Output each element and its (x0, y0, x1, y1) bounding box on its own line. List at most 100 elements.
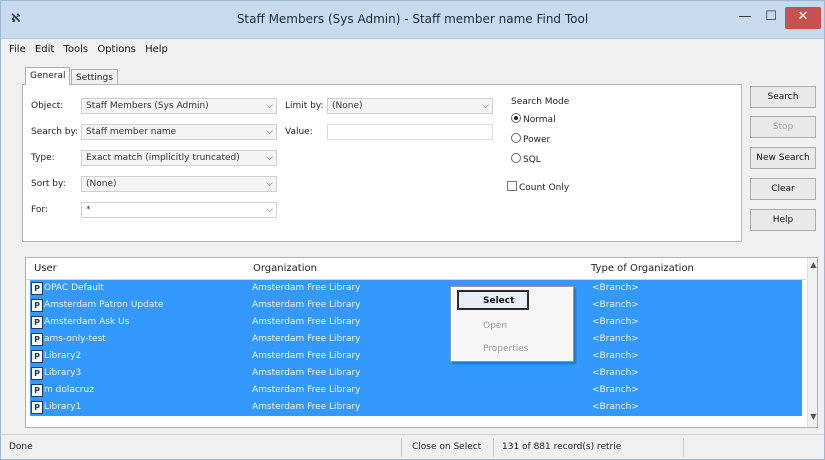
tab-general[interactable]: General (25, 67, 71, 85)
find-tool-window: ℵ Staff Members (Sys Admin) - Staff memb… (0, 0, 825, 460)
search-button[interactable]: Search (750, 86, 816, 108)
status-close-on-select: Close on Select (401, 438, 493, 457)
vertical-scrollbar[interactable]: ▲ ▼ (807, 258, 817, 427)
search-by-select-value: Staff member name (86, 127, 177, 137)
title-bar: ℵ Staff Members (Sys Admin) - Staff memb… (1, 1, 824, 39)
close-button[interactable]: ✕ (785, 7, 821, 29)
row-type: <Branch> (592, 283, 639, 293)
row-user: Amsterdam Patron Update (44, 300, 164, 310)
user-icon: P (31, 350, 43, 363)
status-state: Done (9, 442, 33, 452)
radio-unselected-icon (511, 133, 521, 143)
row-user: ams-only-test (44, 334, 106, 344)
table-row[interactable]: P Amsterdam Ask Us Amsterdam Free Librar… (30, 314, 802, 331)
row-type: <Branch> (592, 334, 639, 344)
menu-options[interactable]: Options (97, 41, 136, 59)
row-organization: Amsterdam Free Library (252, 351, 361, 361)
context-menu-select[interactable]: Select (457, 290, 529, 310)
table-row[interactable]: P Amsterdam Patron Update Amsterdam Free… (30, 297, 802, 314)
type-label: Type: (31, 153, 55, 163)
menu-bar: File Edit Tools Options Help (3, 41, 168, 59)
search-mode-sql-label: SQL (523, 155, 541, 165)
sort-by-select[interactable]: (None) ⌵ (81, 176, 277, 192)
search-mode-normal-label: Normal (523, 115, 556, 125)
row-type: <Branch> (592, 317, 639, 327)
radio-unselected-icon (511, 153, 521, 163)
maximize-button[interactable]: ☐ (760, 7, 782, 29)
column-header-type-of-organization[interactable]: Type of Organization (591, 263, 694, 274)
row-organization: Amsterdam Free Library (252, 300, 361, 310)
row-type: <Branch> (592, 300, 639, 310)
results-list[interactable]: User Organization Type of Organization P… (25, 257, 818, 428)
search-by-select[interactable]: Staff member name ⌵ (81, 124, 277, 140)
limit-by-label: Limit by: (285, 101, 324, 111)
status-empty-pane (683, 438, 823, 457)
row-user: Library1 (44, 402, 82, 412)
radio-selected-icon (511, 113, 521, 123)
row-type: <Branch> (592, 385, 639, 395)
minimize-button[interactable]: — (734, 7, 756, 29)
menu-tools[interactable]: Tools (63, 41, 88, 59)
user-icon: P (31, 333, 43, 346)
stop-button[interactable]: Stop (750, 116, 816, 138)
table-row[interactable]: P ams-only-test Amsterdam Free Library <… (30, 331, 802, 348)
object-select-value: Staff Members (Sys Admin) (86, 101, 209, 111)
search-by-label: Search by: (31, 127, 79, 137)
scroll-up-icon[interactable]: ▲ (808, 260, 817, 272)
user-icon: P (31, 282, 43, 295)
for-select[interactable]: * ⌵ (81, 202, 277, 218)
new-search-button[interactable]: New Search (750, 147, 816, 169)
row-type: <Branch> (592, 402, 639, 412)
chevron-down-icon: ⌵ (266, 179, 273, 189)
type-select[interactable]: Exact match (implicitly truncated) ⌵ (81, 150, 277, 166)
tab-settings[interactable]: Settings (71, 69, 118, 84)
search-mode-sql[interactable]: SQL (511, 153, 541, 165)
column-header-user[interactable]: User (34, 263, 57, 274)
count-only-label: Count Only (519, 183, 570, 193)
table-row[interactable]: P Library2 Amsterdam Free Library <Branc… (30, 348, 802, 365)
row-organization: Amsterdam Free Library (252, 402, 361, 412)
table-row[interactable]: P Library1 Amsterdam Free Library <Branc… (30, 399, 802, 416)
object-label: Object: (31, 101, 64, 111)
context-menu: Select Open Properties (450, 286, 574, 362)
context-menu-open[interactable]: Open (453, 317, 571, 337)
for-select-value: * (86, 205, 91, 215)
table-row[interactable]: P m dolacruz Amsterdam Free Library <Bra… (30, 382, 802, 399)
general-tab-panel: Object: Staff Members (Sys Admin) ⌵ Sear… (22, 84, 742, 242)
search-mode-normal[interactable]: Normal (511, 113, 556, 125)
row-organization: Amsterdam Free Library (252, 368, 361, 378)
menu-edit[interactable]: Edit (35, 41, 54, 59)
limit-by-select[interactable]: (None) ⌵ (327, 98, 493, 114)
context-menu-properties[interactable]: Properties (453, 340, 571, 360)
menu-help[interactable]: Help (145, 41, 168, 59)
row-user: Library2 (44, 351, 82, 361)
checkbox-unchecked-icon (507, 181, 517, 191)
for-label: For: (31, 205, 48, 215)
column-header-organization[interactable]: Organization (253, 263, 317, 274)
sort-by-select-value: (None) (86, 179, 117, 189)
help-button[interactable]: Help (750, 209, 816, 231)
count-only-checkbox[interactable]: Count Only (507, 181, 569, 193)
sort-by-label: Sort by: (31, 179, 66, 189)
object-select[interactable]: Staff Members (Sys Admin) ⌵ (81, 98, 277, 114)
search-mode-group: Search Mode Normal Power SQL (509, 95, 589, 175)
table-row[interactable]: P OPAC Default Amsterdam Free Library <B… (30, 280, 802, 297)
row-organization: Amsterdam Free Library (252, 334, 361, 344)
row-user: OPAC Default (44, 283, 104, 293)
clear-button[interactable]: Clear (750, 178, 816, 200)
status-bar: Done Close on Select 131 of 881 record(s… (1, 434, 824, 459)
table-row[interactable]: P Library3 Amsterdam Free Library <Branc… (30, 365, 802, 382)
chevron-down-icon: ⌵ (266, 205, 273, 215)
menu-file[interactable]: File (9, 41, 26, 59)
user-icon: P (31, 384, 43, 397)
scroll-down-icon[interactable]: ▼ (808, 412, 817, 424)
row-organization: Amsterdam Free Library (252, 385, 361, 395)
chevron-down-icon: ⌵ (266, 153, 273, 163)
value-input[interactable] (327, 124, 493, 140)
search-mode-title: Search Mode (511, 97, 570, 107)
type-select-value: Exact match (implicitly truncated) (86, 153, 240, 163)
user-icon: P (31, 316, 43, 329)
chevron-down-icon: ⌵ (266, 101, 273, 111)
search-mode-power[interactable]: Power (511, 133, 550, 145)
status-record-count: 131 of 881 record(s) retrie (493, 438, 683, 457)
